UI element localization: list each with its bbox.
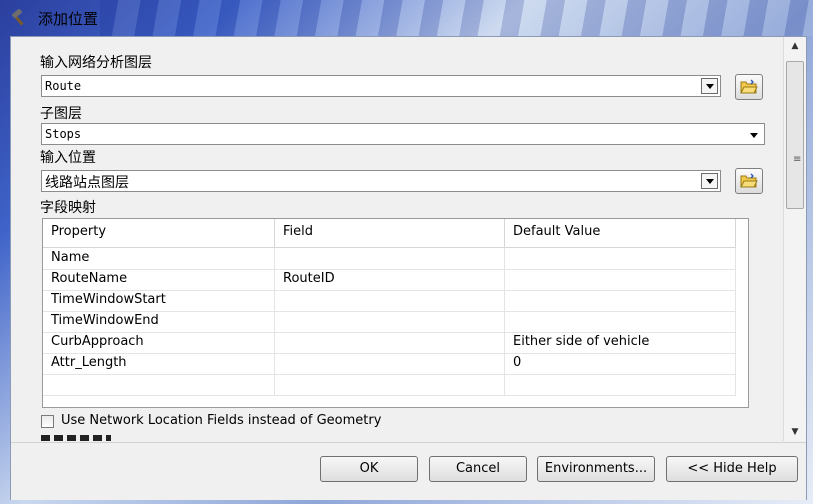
scrollbar-thumb[interactable]: ≡ [786, 61, 804, 209]
field-cell[interactable] [275, 353, 505, 374]
table-row[interactable] [43, 374, 736, 396]
table-row[interactable]: CurbApproach Either side of vehicle [43, 332, 736, 354]
field-mappings-table[interactable]: Property Field Default Value Name RouteN… [42, 218, 749, 408]
grip-icon: ≡ [793, 154, 802, 165]
hammer-icon [10, 8, 28, 27]
column-header-property[interactable]: Property [43, 219, 275, 247]
parameter-pane: 输入网络分析图层 Route 子图层 Stops 输入位置 线路站点图层 字段映… [11, 37, 783, 441]
default-value-cell[interactable] [505, 311, 736, 332]
vertical-scrollbar[interactable]: ▲ ≡ ▼ [783, 37, 806, 441]
input-locations-dropdown-button[interactable] [701, 173, 718, 189]
scroll-down-icon[interactable]: ▼ [784, 423, 806, 441]
column-header-field[interactable]: Field [275, 219, 505, 247]
table-row[interactable]: RouteName RouteID [43, 269, 736, 291]
ok-button[interactable]: OK [320, 456, 418, 482]
property-cell: Name [43, 248, 275, 269]
chevron-down-icon [706, 84, 714, 89]
environments-button[interactable]: Environments... [537, 456, 655, 482]
use-network-fields-label[interactable]: Use Network Location Fields instead of G… [61, 413, 381, 428]
open-folder-icon [740, 173, 758, 188]
default-value-cell[interactable] [505, 269, 736, 290]
default-value-cell[interactable] [505, 248, 736, 269]
background-map [100, 0, 813, 36]
chevron-down-icon [706, 179, 714, 184]
use-network-fields-checkbox[interactable] [41, 415, 54, 428]
title-bar: 添加位置 [0, 0, 813, 36]
open-folder-icon [740, 79, 758, 94]
field-cell[interactable] [275, 311, 505, 332]
column-header-default-value[interactable]: Default Value [505, 219, 736, 247]
property-cell: Attr_Length [43, 353, 275, 374]
table-row[interactable]: TimeWindowStart [43, 290, 736, 312]
field-cell[interactable] [275, 248, 505, 269]
clipped-next-label [41, 435, 121, 441]
dialog: 输入网络分析图层 Route 子图层 Stops 输入位置 线路站点图层 字段映… [10, 36, 807, 500]
default-value-cell[interactable] [505, 290, 736, 311]
default-value-cell[interactable]: 0 [505, 353, 736, 374]
field-cell[interactable]: RouteID [275, 269, 505, 290]
sublayer-value: Stops [45, 127, 82, 141]
property-cell: CurbApproach [43, 332, 275, 353]
field-cell[interactable] [275, 374, 505, 395]
window-title: 添加位置 [38, 10, 99, 28]
property-cell: RouteName [43, 269, 275, 290]
input-locations-value: 线路站点图层 [45, 175, 129, 191]
browse-network-layer-button[interactable] [735, 74, 763, 100]
input-locations-label: 输入位置 [40, 150, 96, 166]
field-cell[interactable] [275, 332, 505, 353]
network-layer-label: 输入网络分析图层 [40, 55, 152, 71]
cancel-button[interactable]: Cancel [429, 456, 527, 482]
default-value-cell[interactable]: Either side of vehicle [505, 332, 736, 353]
field-mappings-label: 字段映射 [40, 200, 96, 216]
hide-help-button[interactable]: << Hide Help [666, 456, 798, 482]
table-row[interactable]: TimeWindowEnd [43, 311, 736, 333]
table-row[interactable]: Name [43, 248, 736, 270]
field-cell[interactable] [275, 290, 505, 311]
table-row[interactable]: Attr_Length 0 [43, 353, 736, 375]
property-cell [43, 374, 275, 395]
chevron-down-icon[interactable] [746, 128, 758, 140]
sublayer-label: 子图层 [40, 106, 82, 122]
network-layer-value: Route [45, 79, 82, 93]
table-header: Property Field Default Value [43, 219, 736, 248]
property-cell: TimeWindowEnd [43, 311, 275, 332]
network-layer-dropdown-button[interactable] [701, 78, 718, 94]
property-cell: TimeWindowStart [43, 290, 275, 311]
sublayer-combobox[interactable]: Stops [41, 123, 765, 145]
input-locations-combobox[interactable]: 线路站点图层 [41, 170, 721, 192]
scroll-up-icon[interactable]: ▲ [784, 37, 806, 55]
browse-input-locations-button[interactable] [735, 168, 763, 194]
button-bar: OK Cancel Environments... << Hide Help [11, 442, 806, 500]
network-layer-combobox[interactable]: Route [41, 75, 721, 97]
default-value-cell[interactable] [505, 374, 736, 395]
